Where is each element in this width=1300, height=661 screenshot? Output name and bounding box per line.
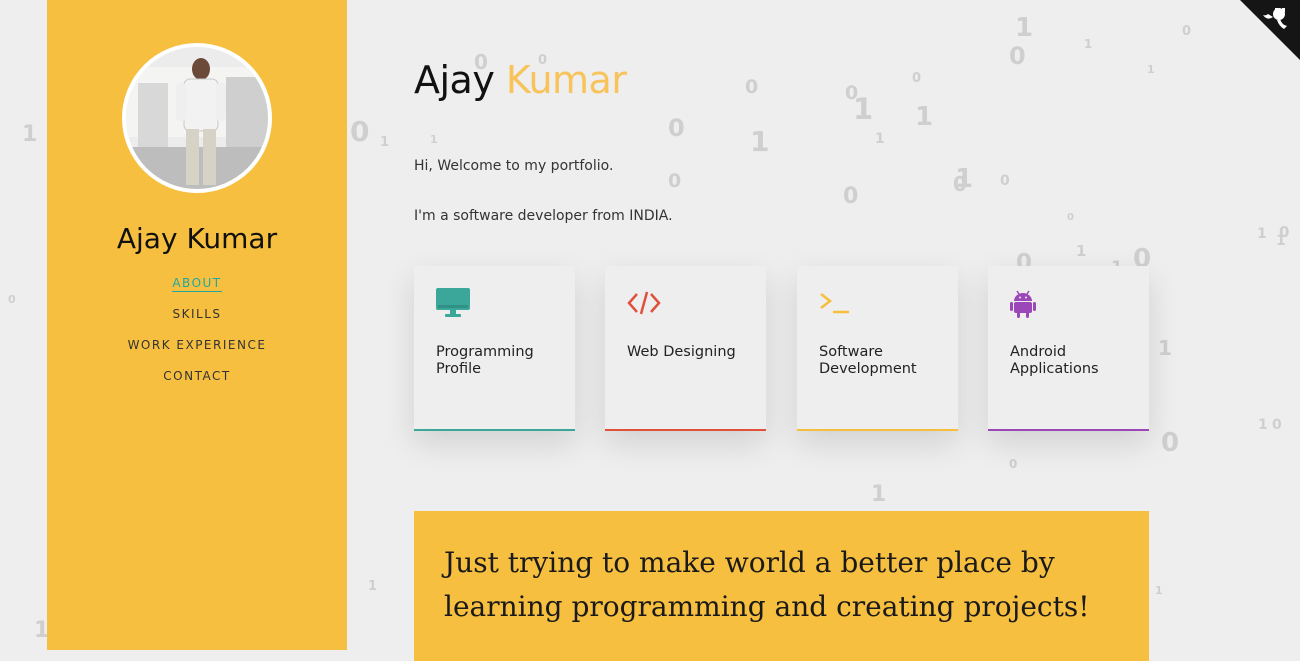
card-software-development[interactable]: Software Development xyxy=(797,266,958,431)
intro-developer: I'm a software developer from INDIA. xyxy=(414,208,673,224)
binary-digit: 0 xyxy=(1182,24,1192,39)
android-icon xyxy=(1010,290,1036,318)
nav-contact[interactable]: CONTACT xyxy=(47,367,347,398)
binary-digit: 1 xyxy=(368,579,378,594)
profile-photo xyxy=(126,47,268,189)
card-programming-profile[interactable]: Programming Profile xyxy=(414,266,575,431)
nav-about[interactable]: ABOUT xyxy=(47,274,347,305)
title-first-name: Ajay xyxy=(414,58,495,102)
binary-digit: 1 xyxy=(380,135,390,150)
main-content: Ajay Kumar Hi, Welcome to my portfolio. … xyxy=(414,0,1154,661)
card-underline xyxy=(988,429,1149,431)
title-last-name: Kumar xyxy=(505,58,627,102)
card-underline xyxy=(414,429,575,431)
github-octocat-icon xyxy=(1240,0,1300,60)
card-underline xyxy=(797,429,958,431)
nav-work-experience[interactable]: WORK EXPERIENCE xyxy=(47,336,347,367)
binary-digit: 1 xyxy=(1155,584,1163,597)
binary-digit: 0 xyxy=(1272,417,1282,433)
sidebar: Ajay Kumar ABOUT SKILLS WORK EXPERIENCE … xyxy=(47,0,347,650)
quote-banner: Just trying to make world a better place… xyxy=(414,511,1149,661)
nav-work-experience-label: WORK EXPERIENCE xyxy=(127,338,267,352)
binary-digit: 0 xyxy=(1279,223,1290,241)
page-title: Ajay Kumar xyxy=(414,58,627,102)
code-icon xyxy=(627,291,661,315)
nav-contact-label: CONTACT xyxy=(163,369,231,383)
card-android-applications[interactable]: Android Applications xyxy=(988,266,1149,431)
nav-about-label: ABOUT xyxy=(172,276,222,292)
quote-line-1: Just trying to make world a better place… xyxy=(444,546,1055,579)
card-title: Web Designing xyxy=(627,344,736,360)
terminal-icon xyxy=(820,293,849,314)
card-title: Android Applications xyxy=(1010,344,1099,377)
sidebar-name: Ajay Kumar xyxy=(116,222,278,255)
card-web-designing[interactable]: Web Designing xyxy=(605,266,766,431)
card-title: Software Development xyxy=(819,344,917,377)
card-title: Programming Profile xyxy=(436,344,534,377)
avatar xyxy=(122,43,272,193)
nav-skills-label: SKILLS xyxy=(172,307,222,321)
binary-digit: 0 xyxy=(1161,428,1180,458)
nav-skills[interactable]: SKILLS xyxy=(47,305,347,336)
intro-welcome: Hi, Welcome to my portfolio. xyxy=(414,158,614,174)
monitor-icon xyxy=(436,288,470,317)
binary-digit: 0 xyxy=(8,293,16,306)
card-underline xyxy=(605,429,766,431)
binary-digit: 1 xyxy=(1158,336,1172,360)
binary-digit: 0 xyxy=(350,115,370,148)
binary-digit: 1 xyxy=(1257,226,1267,242)
quote-line-2: learning programming and creating projec… xyxy=(444,590,1090,623)
github-corner-link[interactable] xyxy=(1240,0,1300,60)
binary-digit: 1 xyxy=(22,122,38,147)
binary-digit: 1 xyxy=(1276,233,1286,249)
sidebar-nav: ABOUT SKILLS WORK EXPERIENCE CONTACT xyxy=(47,274,347,398)
binary-digit: 1 xyxy=(1258,417,1268,433)
